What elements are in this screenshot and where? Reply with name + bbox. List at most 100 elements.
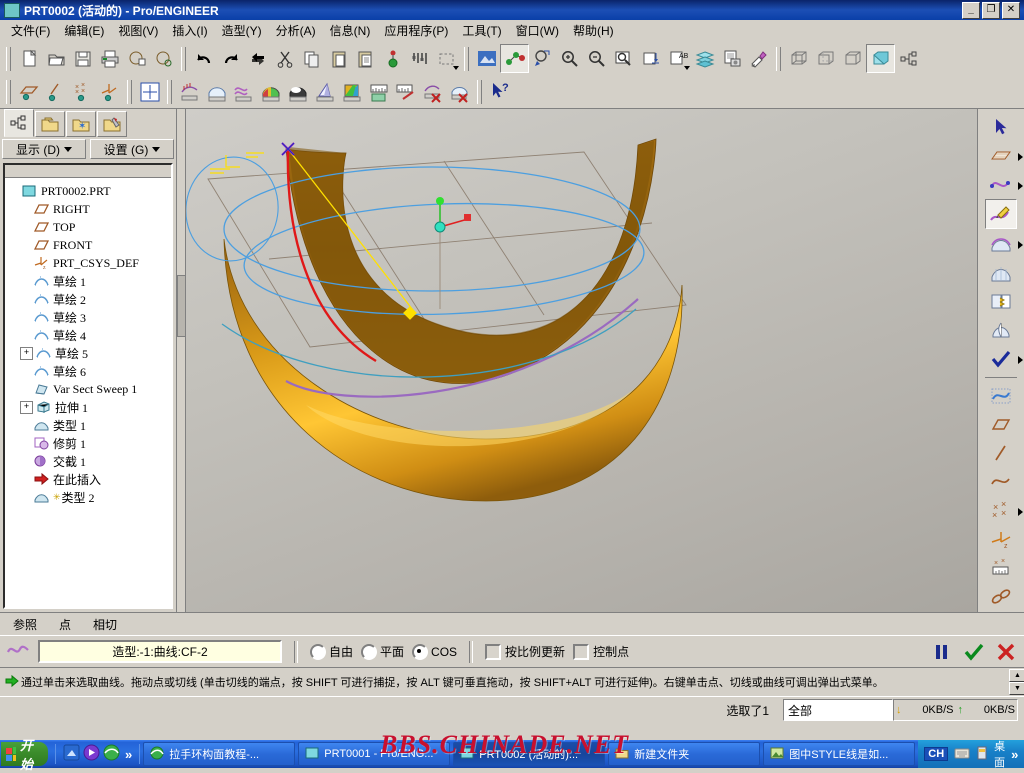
datum-axis-tool-icon[interactable]	[986, 439, 1016, 467]
toolbar-grip[interactable]	[6, 46, 11, 71]
create-curve-icon[interactable]	[986, 171, 1023, 199]
model-tree[interactable]: PRT0002.PRT RIGHT TOP FRONT z PRT_CSYS_DEF 草绘 …	[5, 178, 171, 506]
datum-point-tool-icon[interactable]: × × × ×	[986, 497, 1023, 525]
paste-icon[interactable]	[325, 45, 352, 72]
tab-connections[interactable]	[97, 111, 127, 137]
datum-point-icon[interactable]	[379, 45, 406, 72]
gaussian-curvature-icon[interactable]	[257, 79, 284, 106]
dash-tab-references[interactable]: 参照	[10, 614, 40, 635]
message-scrollbar[interactable]: ▲ ▼	[1009, 669, 1024, 695]
minimize-button[interactable]: _	[962, 1, 980, 19]
tree-node[interactable]: PRT0002.PRT	[8, 182, 169, 200]
toolbar-grip-3[interactable]	[464, 46, 469, 71]
copy-icon[interactable]	[298, 45, 325, 72]
new-file-icon[interactable]	[15, 45, 42, 72]
shaded-curvature-icon[interactable]	[338, 79, 365, 106]
menu-applications[interactable]: 应用程序(P)	[377, 20, 455, 41]
show-menu-button[interactable]: 显示 (D)	[2, 139, 86, 159]
maximize-button[interactable]: ❐	[982, 1, 1000, 19]
regenerate-icon[interactable]	[244, 45, 271, 72]
tree-expander-icon[interactable]: +	[20, 346, 33, 360]
reflection-icon[interactable]	[284, 79, 311, 106]
print-icon[interactable]	[96, 45, 123, 72]
task-style-image[interactable]: 图中STYLE线是如...	[763, 742, 916, 766]
dash-tab-tangent[interactable]: 相切	[90, 614, 120, 635]
menu-help[interactable]: 帮助(H)	[566, 20, 621, 41]
flyout-arrow-icon[interactable]	[1018, 181, 1023, 190]
model-tree-panel[interactable]: PRT0002.PRT RIGHT TOP FRONT z PRT_CSYS_DEF 草绘 …	[3, 163, 173, 609]
curve-analysis-icon[interactable]	[986, 382, 1016, 410]
datum-plane-display-icon[interactable]	[637, 45, 664, 72]
desktop-button[interactable]: 桌面	[994, 738, 1005, 770]
curve-name-input[interactable]: 造型:-1:曲线:CF-2	[38, 640, 282, 663]
tree-node[interactable]: ✳ 类型 2	[8, 488, 169, 506]
accept-button[interactable]	[962, 640, 986, 664]
flyout-arrow-icon[interactable]	[1018, 507, 1023, 516]
select-arrow-icon[interactable]	[986, 113, 1016, 141]
datum-curve-tool-icon[interactable]	[986, 468, 1016, 496]
tree-node[interactable]: 草绘 1	[8, 272, 169, 290]
selection-scope-field[interactable]: 全部	[783, 699, 893, 721]
flyout-arrow-icon[interactable]	[1018, 356, 1023, 365]
zoom-in-icon[interactable]	[556, 45, 583, 72]
menu-window[interactable]: 窗口(W)	[509, 20, 566, 41]
task-prt0002[interactable]: PRT0002 (活动的)...	[453, 742, 606, 766]
send-mail-icon[interactable]	[123, 45, 150, 72]
battery-icon[interactable]	[976, 746, 988, 763]
menu-edit[interactable]: 编辑(E)	[57, 20, 111, 41]
close-button[interactable]: ✕	[1002, 1, 1020, 19]
dash-tab-point[interactable]: 点	[56, 614, 74, 635]
message-scroll-down-button[interactable]: ▼	[1009, 682, 1024, 695]
curvature-analysis-icon[interactable]	[176, 79, 203, 106]
keyboard-icon[interactable]	[954, 747, 970, 762]
tab-folder-browser[interactable]	[35, 111, 65, 137]
flyout-arrow-icon[interactable]	[1018, 152, 1023, 161]
annotation-display-icon[interactable]: AB	[664, 45, 691, 72]
edit-curve-icon[interactable]	[985, 199, 1017, 230]
no-hidden-icon[interactable]	[839, 45, 866, 72]
paste-special-icon[interactable]	[352, 45, 379, 72]
selection-box-icon[interactable]	[433, 45, 460, 72]
edit-surface-icon[interactable]	[986, 259, 1016, 287]
spin-center-icon[interactable]	[500, 44, 529, 73]
model-viewport[interactable]	[186, 109, 977, 612]
redo-icon[interactable]	[217, 45, 244, 72]
cut-icon[interactable]	[271, 45, 298, 72]
trim-surface-icon[interactable]	[986, 288, 1016, 316]
filter-icon[interactable]	[406, 45, 433, 72]
reorient-icon[interactable]	[529, 45, 556, 72]
quick-analysis-icon[interactable]	[392, 79, 419, 106]
tree-node[interactable]: FRONT	[8, 236, 169, 254]
start-button[interactable]: 开始	[1, 738, 49, 772]
menu-view[interactable]: 视图(V)	[111, 20, 165, 41]
appearance-icon[interactable]	[745, 45, 772, 72]
chevron-down-icon[interactable]	[453, 66, 459, 70]
tree-node[interactable]: 草绘 6	[8, 362, 169, 380]
coord-sys-tool-icon[interactable]: z	[986, 526, 1016, 554]
send-link-icon[interactable]	[150, 45, 177, 72]
wireframe-icon[interactable]	[785, 45, 812, 72]
menu-info[interactable]: 信息(N)	[323, 20, 378, 41]
menu-style[interactable]: 造型(Y)	[215, 20, 269, 41]
ql-media-player-icon[interactable]	[83, 744, 100, 764]
help-pointer-icon[interactable]: ?	[486, 79, 513, 106]
menu-file[interactable]: 文件(F)	[4, 20, 57, 41]
radio-planar[interactable]: 平面	[361, 643, 404, 660]
style-toolbar-grip[interactable]	[6, 80, 11, 104]
accept-check-icon[interactable]	[986, 345, 1023, 373]
repaint-icon[interactable]	[473, 45, 500, 72]
graphics-window[interactable]	[186, 109, 977, 612]
tab-model-tree[interactable]	[4, 109, 34, 137]
delete-curve-analysis-icon[interactable]	[419, 79, 446, 106]
tree-node[interactable]: 草绘 3	[8, 308, 169, 326]
checkbox-control-points-box[interactable]	[573, 643, 590, 660]
radio-cos-dot[interactable]	[412, 643, 429, 660]
tab-favorites[interactable]: ✶	[66, 111, 96, 137]
task-prt0001[interactable]: PRT0001 - Pro/ENG...	[298, 742, 451, 766]
tree-node[interactable]: Var Sect Sweep 1	[8, 380, 169, 398]
shading-icon[interactable]	[866, 44, 895, 73]
pause-button[interactable]	[930, 640, 954, 664]
style-toolbar-grip-2[interactable]	[127, 80, 132, 104]
tree-node[interactable]: RIGHT	[8, 200, 169, 218]
task-tutorial[interactable]: 拉手环构面教程-...	[143, 742, 296, 766]
